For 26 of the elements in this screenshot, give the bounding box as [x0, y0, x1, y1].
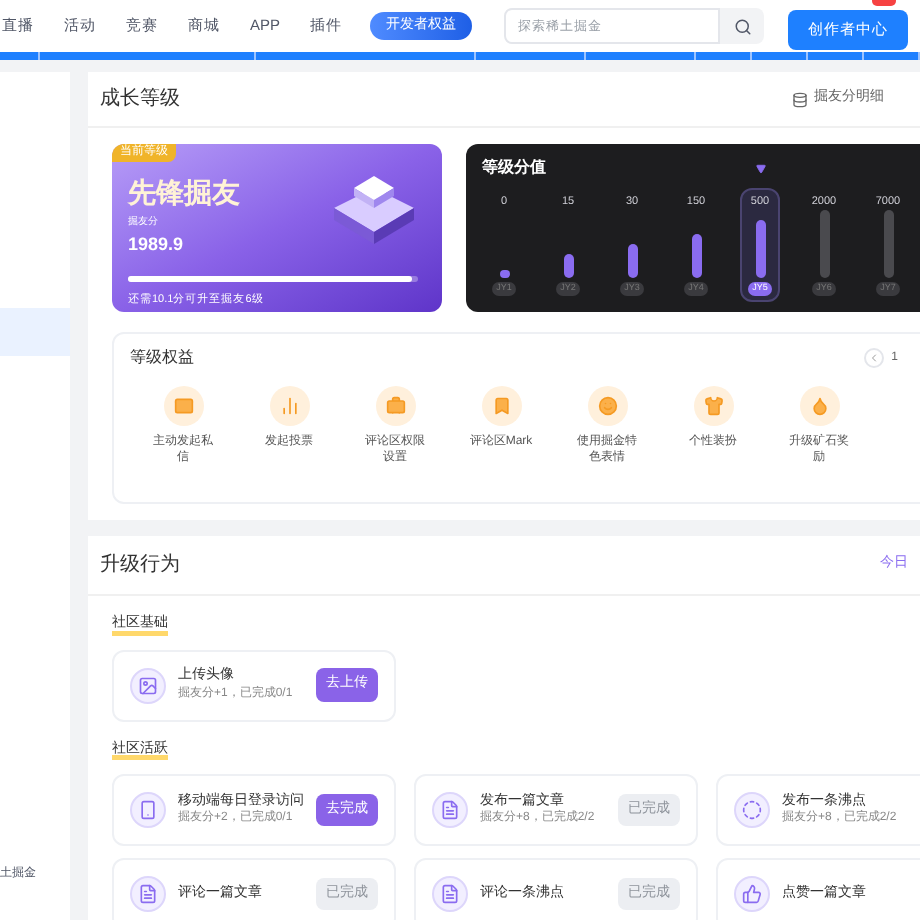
document-icon — [432, 876, 468, 912]
search-icon — [733, 17, 751, 35]
rank-name: 先锋掘友 — [128, 174, 242, 212]
current-level-marker-icon — [755, 164, 765, 174]
bookmark-icon — [481, 386, 521, 426]
thumbs-up-icon — [734, 876, 770, 912]
chevron-left-icon — [867, 352, 880, 364]
benefits-title: 等级权益 — [130, 346, 194, 370]
drop-icon — [799, 386, 839, 426]
section-title: 成长等级 — [100, 85, 180, 114]
phone-icon — [130, 792, 166, 828]
briefcase-icon — [375, 386, 415, 426]
envelope-icon — [163, 386, 203, 426]
score-value: 1989.9 — [128, 231, 186, 257]
shirt-icon — [693, 386, 733, 426]
bar-chart-icon — [269, 386, 309, 426]
database-icon — [792, 91, 808, 107]
previous-page-button[interactable] — [863, 348, 884, 368]
smile-icon — [587, 386, 627, 426]
document-icon — [432, 792, 468, 828]
levels-title: 等级分值 — [482, 156, 546, 180]
section-title: 升级行为 — [100, 551, 180, 580]
search-button[interactable] — [720, 8, 764, 44]
loading-ring-icon — [734, 792, 770, 828]
image-icon — [130, 667, 166, 703]
document-icon — [130, 876, 166, 912]
